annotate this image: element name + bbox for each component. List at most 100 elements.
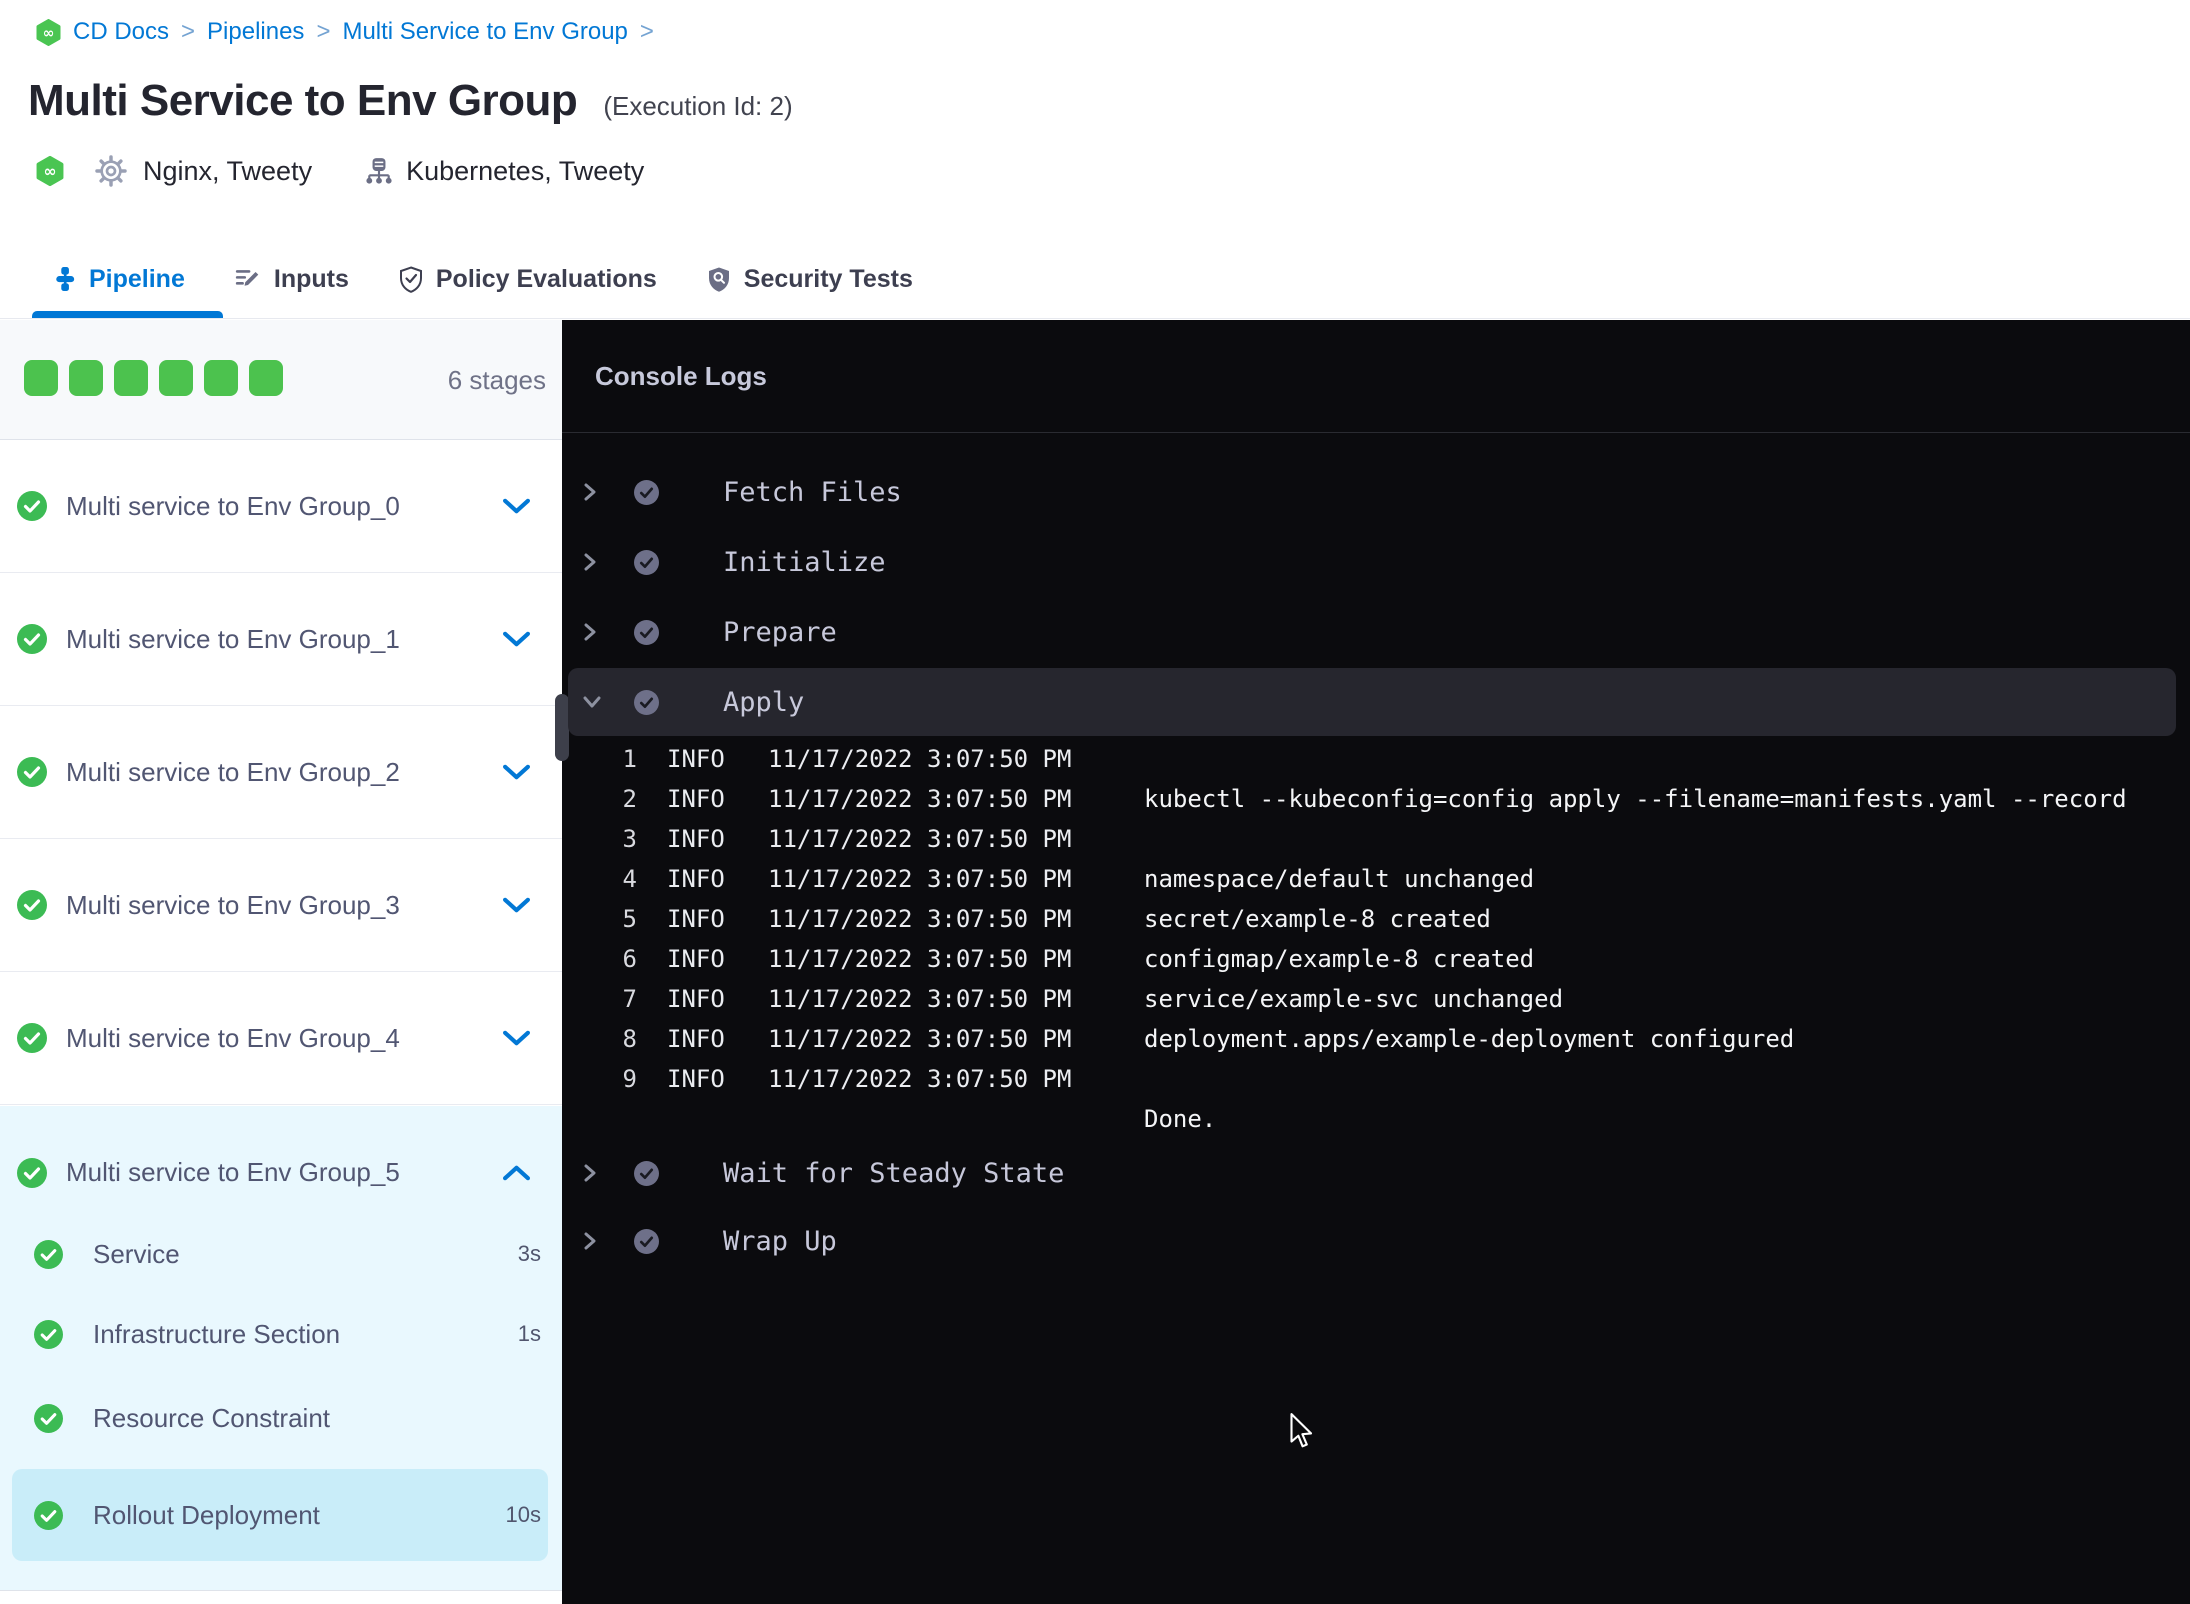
console-step-initialize[interactable]: Initialize	[562, 540, 2176, 584]
breadcrumb-separator: >	[181, 18, 196, 45]
log-timestamp: 11/17/2022 3:07:50 PM	[768, 905, 1072, 933]
log-level: INFO	[667, 865, 725, 893]
chevron-right-icon[interactable]	[582, 551, 598, 573]
stage-square-success	[24, 360, 58, 396]
stage-row-3[interactable]: Multi service to Env Group_3	[0, 839, 562, 972]
chevron-right-icon[interactable]	[582, 1230, 598, 1252]
chevron-down-icon[interactable]	[503, 498, 530, 515]
step-row-infrastructure[interactable]: Infrastructure Section 1s	[0, 1294, 562, 1374]
tab-security-tests[interactable]: Security Tests	[707, 265, 913, 294]
pipeline-execution-page: ∞ CD Docs > Pipelines > Multi Service to…	[0, 0, 2190, 1604]
tab-inputs[interactable]: Inputs	[235, 265, 349, 294]
log-line: 5 INFO 11/17/2022 3:07:50 PM secret/exam…	[562, 899, 2190, 939]
log-line-number: 3	[622, 825, 637, 853]
console-step-fetch-files[interactable]: Fetch Files	[562, 470, 2176, 514]
step-success-icon	[634, 619, 659, 645]
step-success-icon	[634, 1228, 659, 1254]
log-line: 4 INFO 11/17/2022 3:07:50 PM namespace/d…	[562, 859, 2190, 899]
chevron-down-icon[interactable]	[582, 694, 602, 710]
chevron-down-icon[interactable]	[503, 631, 530, 648]
step-success-icon	[634, 479, 659, 505]
log-timestamp: 11/17/2022 3:07:50 PM	[768, 1065, 1072, 1093]
log-level: INFO	[667, 745, 725, 773]
success-check-icon	[34, 1319, 63, 1349]
log-line-number: 7	[622, 985, 637, 1013]
success-check-icon	[17, 491, 47, 521]
success-check-icon	[17, 624, 47, 654]
stage-name: Multi service to Env Group_1	[66, 623, 400, 654]
svg-text:∞: ∞	[43, 25, 55, 41]
breadcrumb: ∞ CD Docs > Pipelines > Multi Service to…	[36, 18, 654, 46]
stage-name: Multi service to Env Group_2	[66, 756, 400, 787]
log-line: 2 INFO 11/17/2022 3:07:50 PM kubectl --k…	[562, 779, 2190, 819]
chevron-up-icon[interactable]	[503, 1164, 530, 1181]
log-timestamp: 11/17/2022 3:07:50 PM	[768, 865, 1072, 893]
inputs-icon	[235, 270, 259, 286]
chevron-down-icon[interactable]	[503, 1030, 530, 1047]
breadcrumb-link-pipelines[interactable]: Pipelines	[207, 18, 304, 46]
stage-row-0[interactable]: Multi service to Env Group_0	[0, 440, 562, 573]
stage-square-success	[249, 360, 283, 396]
console-step-wrap-up[interactable]: Wrap Up	[562, 1219, 2176, 1263]
breadcrumb-link-cd-docs[interactable]: CD Docs	[73, 18, 169, 46]
log-line-number: 2	[622, 785, 637, 813]
tab-policy-evaluations[interactable]: Policy Evaluations	[399, 265, 657, 294]
step-duration: 10s	[505, 1502, 541, 1527]
chevron-right-icon[interactable]	[582, 481, 598, 503]
harness-logo-icon: ∞	[36, 18, 61, 46]
harness-cd-icon: ∞	[36, 155, 64, 187]
log-level: INFO	[667, 905, 725, 933]
log-message: kubectl --kubeconfig=config apply --file…	[1144, 785, 2127, 813]
chevron-right-icon[interactable]	[582, 621, 598, 643]
stage-count-label: 6 stages	[447, 364, 546, 395]
stage-square-success	[114, 360, 148, 396]
step-name: Service	[93, 1238, 180, 1269]
step-title: Apply	[723, 686, 805, 718]
chevron-down-icon[interactable]	[503, 897, 530, 914]
services-label[interactable]: Nginx, Tweety	[143, 156, 312, 187]
active-tab-underline	[32, 311, 223, 318]
policy-shield-icon	[399, 265, 422, 293]
pipeline-icon	[56, 267, 75, 291]
stage-row-4[interactable]: Multi service to Env Group_4	[0, 972, 562, 1105]
console-logs-title: Console Logs	[595, 361, 767, 391]
log-line-number: 8	[622, 1025, 637, 1053]
success-check-icon	[17, 1023, 47, 1053]
log-timestamp: 11/17/2022 3:07:50 PM	[768, 785, 1072, 813]
tab-bar: Pipeline Inputs Policy Evaluations Secur…	[0, 240, 2190, 319]
step-duration: 3s	[517, 1241, 541, 1266]
console-step-prepare[interactable]: Prepare	[562, 610, 2176, 654]
page-title: Multi Service to Env Group	[28, 76, 578, 125]
log-level: INFO	[667, 985, 725, 1013]
stage-square-success	[204, 360, 238, 396]
environments-icon	[366, 158, 392, 184]
chevron-right-icon[interactable]	[582, 1162, 598, 1184]
log-level: INFO	[667, 785, 725, 813]
stage-row-1[interactable]: Multi service to Env Group_1	[0, 573, 562, 706]
breadcrumb-link-pipeline-name[interactable]: Multi Service to Env Group	[342, 18, 627, 46]
services-environments-row: ∞ Nginx, Tweety Kubernetes, Tweety	[36, 150, 644, 192]
step-name: Rollout Deployment	[93, 1499, 320, 1530]
tab-pipeline[interactable]: Pipeline	[54, 265, 185, 294]
log-timestamp: 11/17/2022 3:07:50 PM	[768, 945, 1072, 973]
step-row-service[interactable]: Service 3s	[0, 1214, 562, 1294]
step-row-resource-constraint[interactable]: Resource Constraint	[0, 1378, 562, 1458]
console-header-divider	[562, 432, 2190, 433]
services-gear-icon	[95, 155, 127, 187]
stage-row-2[interactable]: Multi service to Env Group_2	[0, 706, 562, 839]
console-step-wait-for-steady-state[interactable]: Wait for Steady State	[562, 1151, 2176, 1195]
stage-square-success	[159, 360, 193, 396]
success-check-icon	[17, 757, 47, 787]
log-message: service/example-svc unchanged	[1144, 985, 1564, 1013]
log-message: Done.	[1144, 1105, 1217, 1133]
success-check-icon	[34, 1403, 63, 1433]
log-timestamp: 11/17/2022 3:07:50 PM	[768, 825, 1072, 853]
log-line: 7 INFO 11/17/2022 3:07:50 PM service/exa…	[562, 979, 2190, 1019]
environments-label[interactable]: Kubernetes, Tweety	[406, 156, 644, 187]
log-level: INFO	[667, 1025, 725, 1053]
step-row-rollout-deployment-selected[interactable]: Rollout Deployment 10s	[0, 1475, 562, 1555]
chevron-down-icon[interactable]	[503, 764, 530, 781]
stage-status-squares	[24, 360, 283, 396]
log-line-number: 6	[622, 945, 637, 973]
console-step-apply-expanded[interactable]: Apply	[562, 680, 2176, 724]
